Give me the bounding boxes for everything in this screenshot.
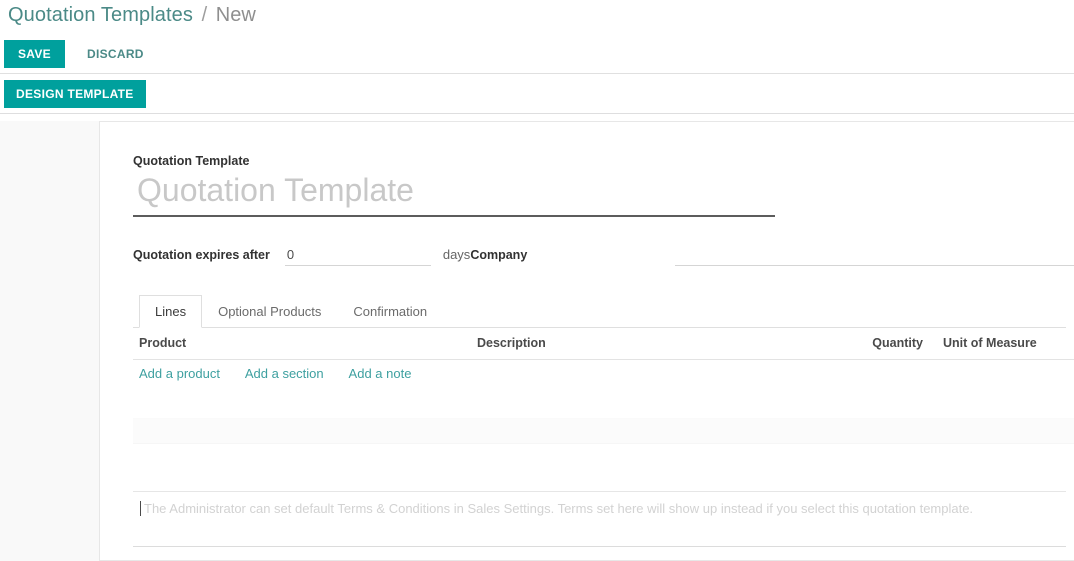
tab-confirmation[interactable]: Confirmation [337,295,443,328]
add-a-product-link[interactable]: Add a product [139,366,220,381]
breadcrumb: Quotation Templates / New [0,0,1074,34]
breadcrumb-current: New [215,4,256,26]
column-header-unit-of-measure: Unit of Measure [927,327,1074,360]
form-sheet: Quotation Template Quotation expires aft… [99,121,1074,561]
save-button[interactable]: SAVE [4,39,65,68]
company-input[interactable] [675,247,1074,266]
expires-field-group: Quotation expires after days [133,247,470,266]
form-group-row: Quotation expires after days Company [133,247,1074,266]
design-template-button[interactable]: DESIGN TEMPLATE [4,79,146,108]
column-header-product: Product [133,327,473,360]
empty-row [133,443,1074,486]
empty-row [133,388,1074,419]
empty-row [133,417,1074,444]
quotation-template-name-input[interactable] [133,172,775,217]
breadcrumb-root-link[interactable]: Quotation Templates [8,4,193,26]
add-line-links-row: Add a product Add a section Add a note [133,359,1074,388]
column-header-description: Description [473,327,833,360]
terms-and-conditions-field[interactable]: The Administrator can set default Terms … [133,490,1066,519]
column-header-quantity: Quantity [833,327,927,360]
expires-label: Quotation expires after [133,248,270,262]
order-lines-table: Product Description Quantity Unit of Mea… [133,327,1074,486]
text-caret [140,500,141,516]
expires-suffix: days [442,247,471,262]
status-bar: DESIGN TEMPLATE [0,74,1074,114]
tab-lines[interactable]: Lines [139,295,203,328]
terms-placeholder-text: The Administrator can set default Terms … [144,500,974,516]
company-field-group: Company [470,247,1074,266]
record-action-bar: SAVE DISCARD [0,34,1074,74]
breadcrumb-separator: / [201,4,208,26]
add-a-section-link[interactable]: Add a section [245,366,324,381]
add-a-note-link[interactable]: Add a note [349,366,412,381]
bottom-divider [133,546,1066,548]
notebook: Lines Optional Products Confirmation Pro… [133,295,1074,548]
notebook-tabs: Lines Optional Products Confirmation [133,295,1066,328]
table-header-row: Product Description Quantity Unit of Mea… [133,327,1074,360]
company-label: Company [470,248,528,262]
tab-optional-products[interactable]: Optional Products [202,295,337,328]
discard-button[interactable]: DISCARD [83,40,148,68]
expires-days-input[interactable] [284,247,431,266]
title-field-group: Quotation Template [133,154,1066,217]
title-label: Quotation Template [133,154,250,168]
